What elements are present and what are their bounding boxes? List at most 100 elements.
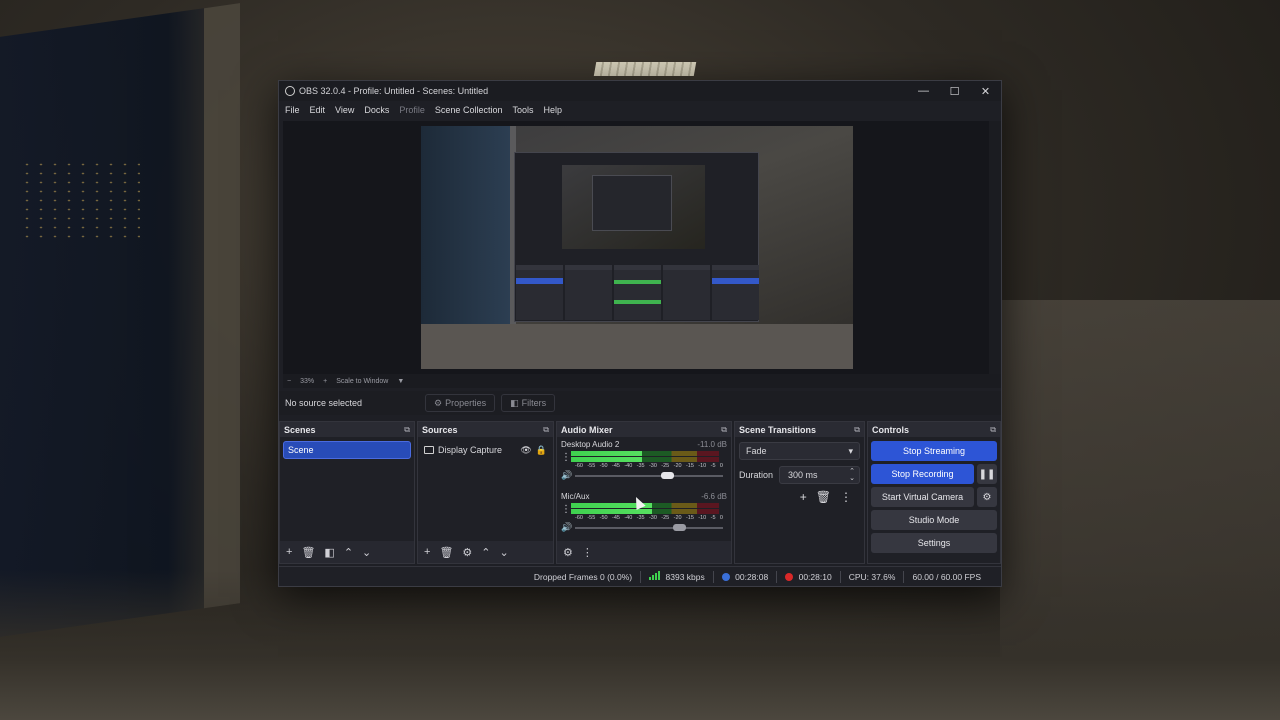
volume-slider[interactable]	[575, 523, 723, 533]
undock-icon[interactable]: ⧉	[404, 425, 410, 435]
menu-profile[interactable]: Profile	[399, 105, 425, 115]
meter-fill	[571, 509, 653, 514]
audio-mixer-dock: Audio Mixer ⧉ Desktop Audio 2 -11.0 dB ⋮	[556, 421, 732, 564]
maximize-button[interactable]: ☐	[939, 81, 970, 101]
duration-spinbox[interactable]: 300 ms ⌃ ⌄	[779, 466, 860, 484]
pause-recording-button[interactable]: ❚❚	[977, 464, 997, 484]
nested-obs-capture	[514, 152, 759, 322]
scene-filters-icon[interactable]: ◧	[324, 546, 334, 559]
move-up-icon[interactable]: ⌃	[481, 546, 490, 559]
mixer-title: Audio Mixer	[561, 424, 613, 435]
virtual-camera-settings-button[interactable]: ⚙	[977, 487, 997, 507]
undock-icon[interactable]: ⧉	[721, 425, 727, 435]
move-up-icon[interactable]: ⌃	[344, 546, 353, 559]
channel-menu-icon[interactable]: ⋮	[561, 452, 571, 463]
source-properties-icon[interactable]: ⚙	[462, 546, 472, 559]
undock-icon[interactable]: ⧉	[990, 425, 996, 435]
transition-menu-icon[interactable]: ⋮	[840, 490, 852, 504]
menu-scene-collection[interactable]: Scene Collection	[435, 105, 503, 115]
preview-canvas[interactable]	[421, 126, 853, 369]
title-bar: OBS 32.0.4 - Profile: Untitled - Scenes:…	[279, 81, 1001, 101]
undock-icon[interactable]: ⧉	[543, 425, 549, 435]
bitrate-indicator: 8393 kbps	[649, 571, 705, 582]
background-city-lights	[20, 160, 140, 240]
properties-button[interactable]: ⚙ Properties	[425, 394, 496, 412]
monitor-icon	[424, 446, 434, 454]
start-virtual-camera-button[interactable]: Start Virtual Camera	[871, 487, 974, 507]
volume-meter	[571, 451, 719, 463]
move-down-icon[interactable]: ⌄	[362, 546, 371, 559]
filters-label: Filters	[521, 398, 547, 408]
nested-controls-dock	[712, 265, 759, 320]
scale-to-window-button[interactable]: Scale to Window	[336, 378, 388, 385]
zoom-in-button[interactable]: +	[323, 378, 327, 385]
channel-name: Mic/Aux	[561, 492, 590, 501]
duration-label: Duration	[739, 470, 774, 480]
pause-icon: ❚❚	[978, 468, 996, 480]
move-down-icon[interactable]: ⌄	[500, 546, 509, 559]
sources-title: Sources	[422, 424, 458, 435]
stop-recording-button[interactable]: Stop Recording	[871, 464, 974, 484]
add-scene-icon[interactable]: +	[286, 546, 292, 558]
preview-area[interactable]	[283, 121, 989, 374]
filters-button[interactable]: ◧ Filters	[501, 394, 556, 412]
preview-zoom-bar: − 33% + Scale to Window ▼	[283, 374, 1001, 388]
undock-icon[interactable]: ⧉	[854, 425, 860, 435]
mixer-dock-header: Audio Mixer ⧉	[557, 422, 731, 438]
preview-scrollbar[interactable]	[989, 121, 1001, 374]
spinner-up-icon[interactable]: ⌃	[849, 468, 855, 475]
volume-knob[interactable]	[672, 523, 686, 531]
menu-docks[interactable]: Docks	[364, 105, 389, 115]
speaker-icon[interactable]: 🔊	[561, 470, 572, 481]
eye-icon[interactable]: 👁	[520, 445, 531, 456]
transition-select[interactable]: Fade ▾	[739, 442, 860, 460]
close-button[interactable]: ✕	[970, 81, 1001, 101]
speaker-icon[interactable]: 🔊	[561, 522, 572, 533]
nested-docks	[515, 265, 760, 320]
background-ceiling-light	[593, 62, 697, 76]
menu-tools[interactable]: Tools	[512, 105, 533, 115]
menu-help[interactable]: Help	[543, 105, 562, 115]
transitions-body: Fade ▾ Duration 300 ms ⌃ ⌄ + 🗑 ⋮	[735, 438, 864, 563]
channel-menu-icon[interactable]: ⋮	[561, 504, 571, 515]
spinner-down-icon[interactable]: ⌄	[849, 475, 855, 482]
settings-button[interactable]: Settings	[871, 533, 997, 553]
menu-view[interactable]: View	[335, 105, 354, 115]
remove-source-icon[interactable]: 🗑	[439, 546, 453, 559]
no-source-label: No source selected	[285, 398, 363, 408]
volume-slider[interactable]	[575, 471, 723, 481]
obs-logo-icon	[285, 86, 295, 96]
menu-edit[interactable]: Edit	[310, 105, 326, 115]
channel-name: Desktop Audio 2	[561, 440, 620, 449]
lock-icon[interactable]: 🔒	[536, 445, 547, 456]
remove-transition-icon[interactable]: 🗑	[816, 490, 831, 504]
add-transition-icon[interactable]: +	[800, 490, 807, 504]
context-bar: No source selected ⚙ Properties ◧ Filter…	[279, 391, 1001, 415]
zoom-out-button[interactable]: −	[287, 378, 291, 385]
scene-item[interactable]: Scene	[283, 441, 411, 459]
mixer-menu-icon[interactable]: ⋮	[582, 546, 593, 559]
add-source-icon[interactable]: +	[424, 546, 430, 558]
remove-scene-icon[interactable]: 🗑	[301, 546, 315, 559]
recording-icon	[785, 573, 794, 582]
scale-dropdown-arrow[interactable]: ▼	[397, 378, 404, 385]
canvas-room-floor	[421, 324, 853, 369]
volume-knob[interactable]	[660, 471, 674, 479]
transition-value: Fade	[746, 446, 767, 456]
mixer-toolbar: ⚙ ⋮	[557, 541, 731, 563]
mixer-channel-desktop-audio: Desktop Audio 2 -11.0 dB ⋮ -60 -55 -50 -45-…	[557, 438, 731, 490]
menu-file[interactable]: File	[285, 105, 300, 115]
studio-mode-button[interactable]: Studio Mode	[871, 510, 997, 530]
zoom-level: 33%	[300, 377, 315, 385]
nested-mixer-dock	[614, 265, 661, 320]
signal-bars-icon	[649, 571, 661, 580]
nested-preview	[562, 165, 705, 249]
nested-scenes-dock	[516, 265, 563, 320]
advanced-audio-gear-icon[interactable]: ⚙	[563, 546, 573, 559]
source-item[interactable]: Display Capture 👁 🔒	[418, 441, 553, 459]
minimize-button[interactable]: —	[908, 81, 939, 101]
transitions-title: Scene Transitions	[739, 424, 817, 435]
scenes-dock: Scenes ⧉ Scene + 🗑 ◧ ⌃ ⌄	[279, 421, 415, 564]
stop-streaming-button[interactable]: Stop Streaming	[871, 441, 997, 461]
filter-icon: ◧	[510, 397, 519, 408]
